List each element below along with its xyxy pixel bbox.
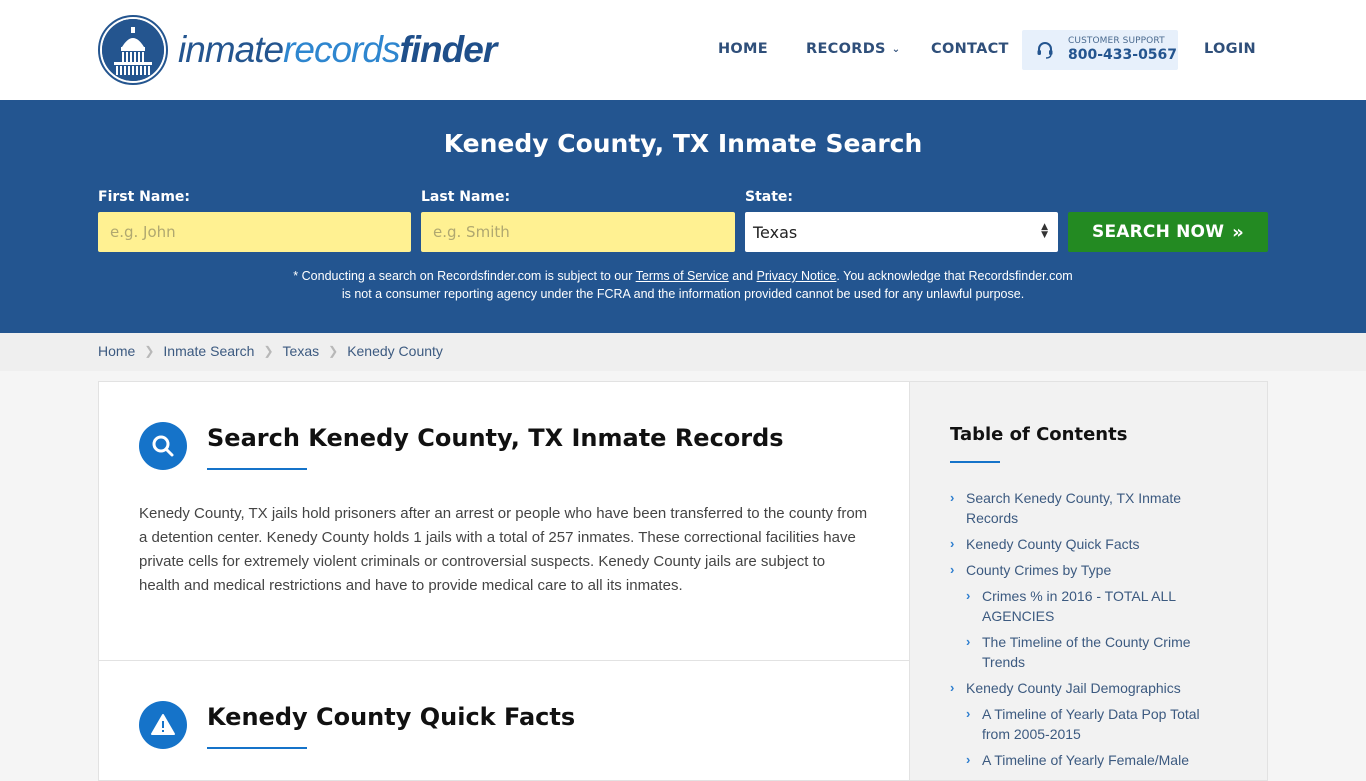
chevron-right-icon: ›: [966, 752, 971, 767]
breadcrumb-bar: Home ❯ Inmate Search ❯ Texas ❯ Kenedy Co…: [0, 333, 1366, 371]
title-underline: [207, 747, 307, 749]
nav-home[interactable]: HOME: [718, 41, 768, 57]
chevron-right-icon: ❯: [263, 344, 274, 358]
nav-login[interactable]: LOGIN: [1204, 41, 1256, 57]
disclaimer-text: . You acknowledge that Recordsfinder.com: [836, 269, 1073, 283]
double-chevron-right-icon: »: [1232, 221, 1244, 243]
toc-item[interactable]: › County Crimes by Type: [950, 560, 1230, 580]
disclaimer-text: is not a consumer reporting agency under…: [341, 287, 1025, 301]
toc-item-label: Kenedy County Jail Demographics: [966, 680, 1181, 696]
chevron-right-icon: ›: [950, 562, 955, 577]
logo-text-finder: finder: [399, 29, 497, 70]
disclaimer-text: * Conducting a search on Recordsfinder.c…: [293, 269, 636, 283]
page-title: Kenedy County, TX Inmate Search: [443, 129, 923, 158]
last-name-label: Last Name:: [421, 189, 511, 205]
toc-item-label: Crimes % in 2016 - TOTAL ALL AGENCIES: [982, 588, 1176, 624]
toc-item[interactable]: › Kenedy County Quick Facts: [950, 534, 1230, 554]
headset-icon: [1037, 42, 1053, 59]
chevron-right-icon: ❯: [144, 344, 155, 358]
state-select[interactable]: Texas ▲ ▼: [745, 212, 1058, 252]
logo-text-records: records: [283, 29, 400, 70]
breadcrumb-texas[interactable]: Texas: [283, 343, 320, 359]
support-label: CUSTOMER SUPPORT: [1068, 36, 1165, 46]
toc-item[interactable]: › Search Kenedy County, TX Inmate Records: [950, 488, 1230, 528]
search-hero: Kenedy County, TX Inmate Search First Na…: [0, 100, 1366, 333]
nav-records-label: RECORDS: [806, 41, 886, 57]
chevron-right-icon: ›: [950, 490, 955, 505]
search-now-label: SEARCH NOW: [1092, 222, 1225, 242]
main-content: Search Kenedy County, TX Inmate Records …: [98, 381, 910, 781]
first-name-input[interactable]: [98, 212, 411, 252]
toc-item[interactable]: › Kenedy County Jail Demographics: [950, 678, 1230, 698]
terms-of-service-link[interactable]: Terms of Service: [636, 269, 729, 283]
state-selected-value: Texas: [753, 223, 798, 242]
chevron-down-icon: ⌄: [891, 44, 901, 55]
select-arrows-icon: ▲ ▼: [1041, 222, 1048, 240]
section-title-search-records: Search Kenedy County, TX Inmate Records: [207, 424, 784, 452]
section-divider: [99, 660, 909, 661]
breadcrumb-home[interactable]: Home: [98, 343, 135, 359]
toc-title: Table of Contents: [950, 424, 1128, 445]
toc-item-label: A Timeline of Yearly Female/Male: [982, 752, 1189, 768]
logo-text-inmate: inmate: [178, 29, 284, 70]
toc-item-label: A Timeline of Yearly Data Pop Total from…: [982, 706, 1200, 742]
logo-wordmark: inmaterecordsfinder: [178, 29, 497, 71]
first-name-label: First Name:: [98, 189, 191, 205]
title-underline: [950, 461, 1000, 463]
chevron-right-icon: ›: [950, 680, 955, 695]
support-phone[interactable]: 800-433-0567: [1068, 47, 1177, 63]
chevron-right-icon: ›: [966, 706, 971, 721]
section-body-search-records: Kenedy County, TX jails hold prisoners a…: [139, 505, 868, 594]
toc-list: › Search Kenedy County, TX Inmate Records…: [950, 488, 1230, 776]
nav-contact[interactable]: CONTACT: [931, 41, 1009, 57]
capitol-emblem-icon: [98, 15, 168, 85]
title-underline: [207, 468, 307, 470]
last-name-input[interactable]: [421, 212, 735, 252]
breadcrumb-kenedy-county[interactable]: Kenedy County: [347, 343, 443, 359]
toc-item-label: The Timeline of the County Crime Trends: [982, 634, 1191, 670]
site-logo[interactable]: inmaterecordsfinder: [98, 15, 497, 85]
table-of-contents: Table of Contents › Search Kenedy County,…: [910, 381, 1268, 781]
site-header: inmaterecordsfinder HOME RECORDS ⌄ CONTAC…: [0, 0, 1366, 100]
chevron-right-icon: ❯: [328, 344, 339, 358]
chevron-right-icon: ›: [966, 634, 971, 649]
toc-subitem[interactable]: › The Timeline of the County Crime Trends: [966, 632, 1230, 672]
section-title-quick-facts: Kenedy County Quick Facts: [207, 703, 576, 731]
toc-item-label: Kenedy County Quick Facts: [966, 536, 1140, 552]
toc-subitem[interactable]: › A Timeline of Yearly Data Pop Total fro…: [966, 704, 1230, 744]
toc-subitem[interactable]: › A Timeline of Yearly Female/Male: [966, 750, 1230, 770]
warning-icon: [139, 701, 187, 749]
toc-subitem[interactable]: › Crimes % in 2016 - TOTAL ALL AGENCIES: [966, 586, 1230, 626]
search-now-button[interactable]: SEARCH NOW »: [1068, 212, 1268, 252]
nav-records[interactable]: RECORDS ⌄: [806, 41, 900, 57]
search-disclaimer: * Conducting a search on Recordsfinder.c…: [0, 267, 1366, 303]
breadcrumb: Home ❯ Inmate Search ❯ Texas ❯ Kenedy Co…: [98, 343, 443, 359]
disclaimer-text: and: [728, 269, 757, 283]
privacy-notice-link[interactable]: Privacy Notice: [757, 269, 837, 283]
breadcrumb-inmate-search[interactable]: Inmate Search: [163, 343, 254, 359]
chevron-right-icon: ›: [950, 536, 955, 551]
search-icon: [139, 422, 187, 470]
state-label: State:: [745, 189, 794, 205]
chevron-right-icon: ›: [966, 588, 971, 603]
toc-item-label: County Crimes by Type: [966, 562, 1112, 578]
customer-support-box[interactable]: CUSTOMER SUPPORT 800-433-0567: [1022, 30, 1178, 70]
toc-item-label: Search Kenedy County, TX Inmate Records: [966, 490, 1182, 526]
